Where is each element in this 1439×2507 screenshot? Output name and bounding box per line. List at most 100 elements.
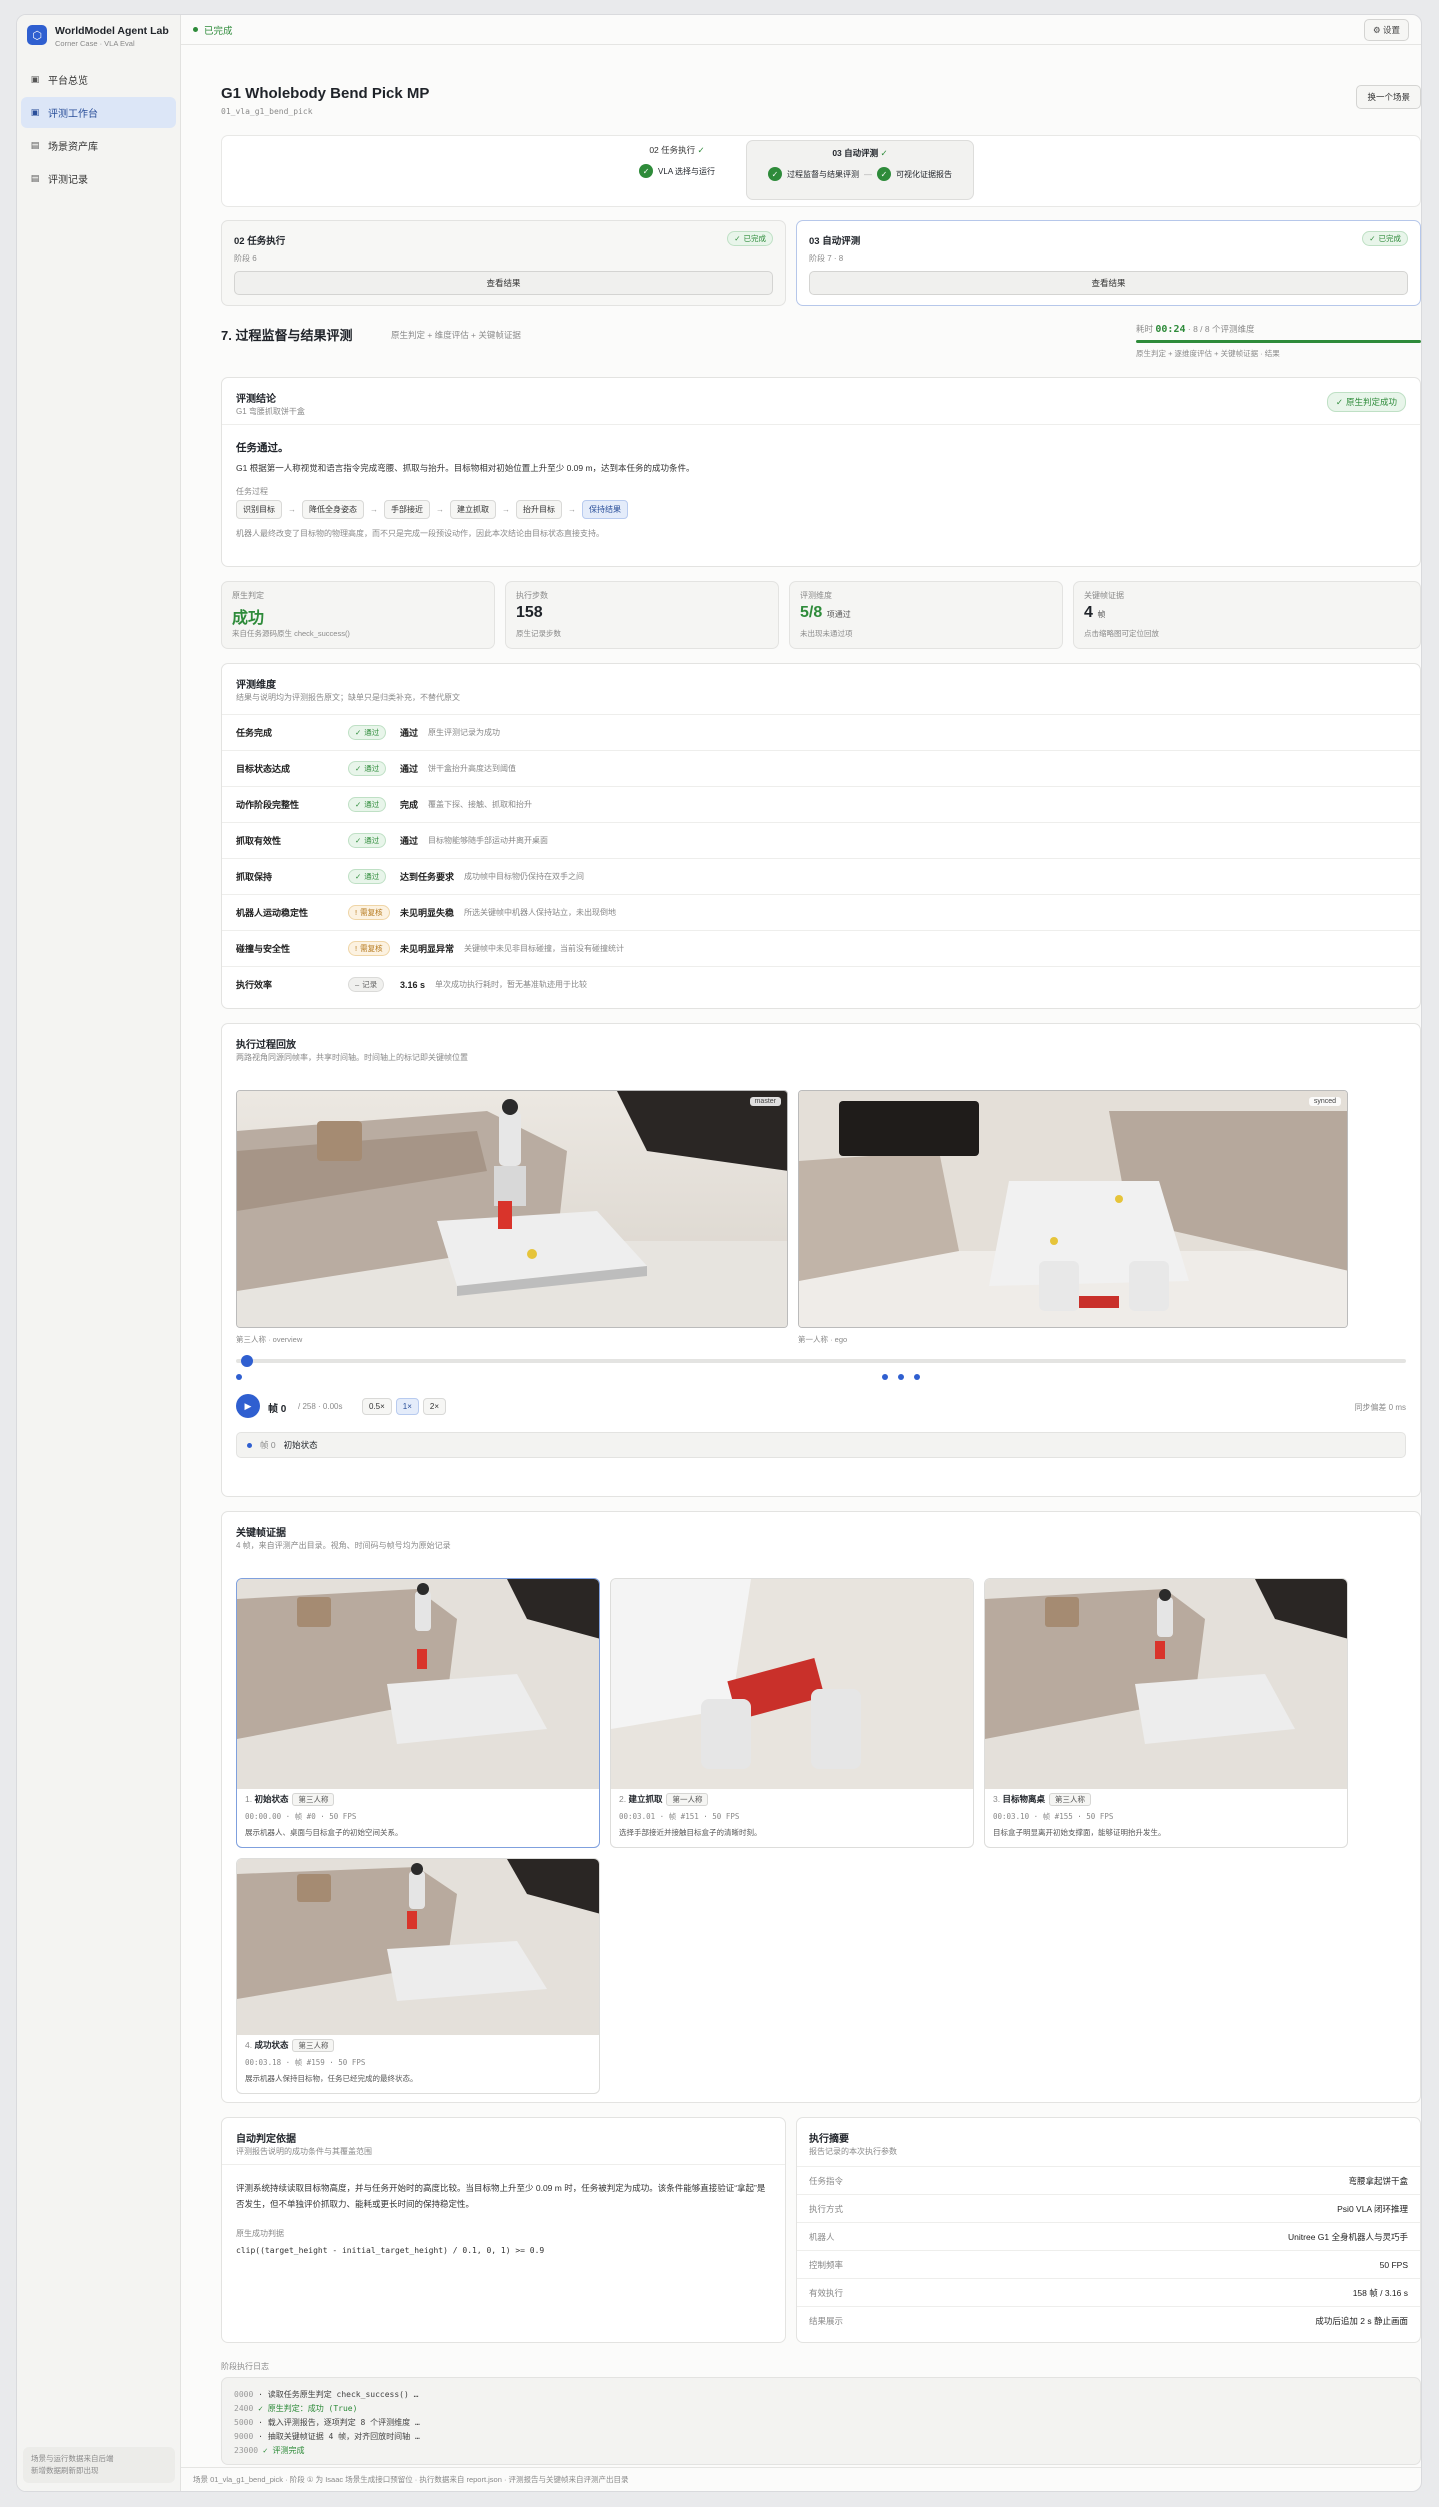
process-step: 识别目标 <box>236 500 282 519</box>
view-tag: master <box>749 1097 781 1106</box>
kf-idx: 2. <box>619 1794 627 1804</box>
sidebar: ⬡ WorldModel Agent Lab Corner Case · VLA… <box>17 15 181 2491</box>
keyframe-info: 3. 目标物离桌 第三人称 00:03.10 · 帧 #155 · 50 FPS … <box>985 1787 1347 1847</box>
stat-label: 原生判定 <box>232 591 264 600</box>
kf-idx: 3. <box>993 1794 1001 1804</box>
keyframe-marker[interactable] <box>882 1374 888 1380</box>
dimension-tag: ✓ 通过 <box>348 869 400 884</box>
summary-row: 有效执行 158 帧 / 3.16 s <box>797 2278 1420 2306</box>
conclusion-headline: 任务通过。 <box>236 442 289 454</box>
check-icon: ✓ <box>355 872 362 881</box>
timeline-handle[interactable] <box>241 1355 253 1367</box>
speed-0-5x[interactable]: 0.5× <box>362 1398 392 1415</box>
dimension-name: 碰撞与安全性 <box>236 944 291 954</box>
stat-steps: 执行步数 158 原生记录步数 <box>505 581 779 649</box>
timer-label: 耗时 <box>1136 324 1154 334</box>
stat-dimensions: 评测维度 5/8 项通过 未出现未通过项 <box>789 581 1063 649</box>
tag-text: 通过 <box>364 836 380 845</box>
play-icon: ▶ <box>244 1400 252 1411</box>
dimension-verdict: 通过 <box>400 836 419 846</box>
warning-icon: ! <box>355 944 358 953</box>
list-icon: ▤ <box>30 173 40 183</box>
dimension-verdict: 未见明显异常 <box>400 944 455 954</box>
nav-label: 场景资产库 <box>48 142 98 153</box>
speed-1x[interactable]: 1× <box>395 1398 419 1415</box>
ego-scene-image <box>799 1091 1347 1327</box>
log-label: 阶段执行日志 <box>221 2362 269 2371</box>
keyframe-marker[interactable] <box>898 1374 904 1380</box>
keyframe-card-2[interactable]: 2. 建立抓取 第一人称 00:03.01 · 帧 #151 · 50 FPS 选… <box>610 1578 974 1848</box>
keyframe-info: 2. 建立抓取 第一人称 00:03.01 · 帧 #151 · 50 FPS 选… <box>611 1787 973 1847</box>
dimension-name: 目标状态达成 <box>236 764 291 774</box>
nav-item-scene-library[interactable]: ▤ 场景资产库 <box>21 130 176 161</box>
settings-button[interactable]: ⚙ 设置 <box>1363 18 1409 41</box>
dimension-name: 抓取有效性 <box>236 836 282 846</box>
conclusion-card: 评测结论 G1 弯腰抓取饼干盒 ✓ 原生判定成功 任务通过。 G1 根据第一人称视… <box>221 377 1421 567</box>
dimension-tag: ! 需复核 <box>348 905 400 920</box>
stat-label: 评测维度 <box>800 591 832 600</box>
log-time: 9000 <box>234 2432 254 2441</box>
pipeline-step-3[interactable]: 03 自动评测 ✓ ✓ 过程监督与结果评测 — ✓ 可视化证据报告 <box>746 140 974 200</box>
view-result-button[interactable]: 查看结果 <box>809 271 1408 295</box>
dimension-row: 抓取有效性 ✓ 通过 通过 目标物能够随手部运动并离开桌面 <box>222 822 1420 858</box>
stat-label: 关键帧证据 <box>1084 591 1124 600</box>
pipeline-step-2[interactable]: 02 任务执行 ✓ ✓ VLA 选择与运行 <box>632 144 722 178</box>
dimension-row: 碰撞与安全性! 需复核 未见明显异常 关键帧中未见非目标碰撞，当前没有碰撞统计 <box>222 930 1420 966</box>
keyframe-card-1[interactable]: 1. 初始状态 第三人称 00:00.00 · 帧 #0 · 50 FPS 展示机… <box>236 1578 600 1848</box>
dimension-desc: 所选关键帧中机器人保持站立，未出现倒地 <box>464 908 617 917</box>
kf-desc: 展示机器人、桌面与目标盒子的初始空间关系。 <box>245 1828 403 1837</box>
dimension-verdict: 通过 <box>400 764 419 774</box>
log-line: 23000 ✓ 评测完成 <box>234 2444 1408 2458</box>
kf-title: 目标物离桌 <box>1002 1794 1045 1804</box>
run-status: 已完成 <box>193 23 233 37</box>
section-sub: 原生判定 + 维度评估 + 关键帧证据 <box>391 330 521 340</box>
playback-label: 执行过程回放 <box>236 1040 296 1051</box>
nav-item-workbench[interactable]: ▣ 评测工作台 <box>21 97 176 128</box>
check-icon: ✓ <box>697 145 705 155</box>
keyframe-card-4[interactable]: 4. 成功状态 第三人称 00:03.18 · 帧 #159 · 50 FPS 展… <box>236 1858 600 2094</box>
log-line: 0000 · 读取任务原生判定 check_success() … <box>234 2388 1408 2402</box>
keyframe-marker[interactable] <box>236 1374 242 1380</box>
stage-card-sub: 阶段 7 · 8 <box>809 254 844 263</box>
view-result-button[interactable]: 查看结果 <box>234 271 773 295</box>
sync-offset: 同步偏差 0 ms <box>1354 1403 1406 1412</box>
summary-value: 弯腰拿起饼干盒 <box>1348 2175 1408 2186</box>
check-icon: ✓ <box>880 148 888 158</box>
timeline-track[interactable] <box>236 1359 1406 1363</box>
conclusion-note: 机器人最终改变了目标物的物理高度，而不只是完成一段预设动作，因此本次结论由目标状… <box>236 529 604 538</box>
sidebar-footer: 场景与运行数据来自后端 新增数据刷新即出现 <box>23 2447 175 2483</box>
summary-value: 成功后追加 2 s 静止画面 <box>1315 2315 1408 2326</box>
stat-value: 158 <box>516 604 543 621</box>
keyframe-card-3[interactable]: 3. 目标物离桌 第三人称 00:03.10 · 帧 #155 · 50 FPS … <box>984 1578 1348 1848</box>
page-title: G1 Wholebody Bend Pick MP <box>221 85 430 102</box>
video-overview[interactable]: master <box>236 1090 788 1328</box>
brand-name: WorldModel Agent Lab <box>55 25 169 37</box>
stat-label: 执行步数 <box>516 591 548 600</box>
footer-line: 场景与运行数据来自后端 <box>31 2454 114 2463</box>
conclusion-task: G1 弯腰抓取饼干盒 <box>236 407 305 416</box>
stage-card-sub: 阶段 6 <box>234 254 257 263</box>
keyframe-marker[interactable] <box>914 1374 920 1380</box>
change-scene-button[interactable]: 换一个场景 <box>1356 85 1421 109</box>
timer-value: 00:24 <box>1155 324 1186 335</box>
check-icon: ✓ <box>355 764 362 773</box>
playback-card: 执行过程回放 两路视角同源同帧率，共享时间轴。时间轴上的标记即关键帧位置 mas… <box>221 1023 1421 1497</box>
nav-item-records[interactable]: ▤ 评测记录 <box>21 163 176 194</box>
summary-row: 机器人 Unitree G1 全身机器人与灵巧手 <box>797 2222 1420 2250</box>
keyframes-label: 关键帧证据 <box>236 1528 286 1539</box>
play-button[interactable]: ▶ <box>236 1394 260 1418</box>
arrow-right-icon: → <box>370 505 378 514</box>
check-icon: ✓ <box>355 836 362 845</box>
video-ego[interactable]: synced <box>798 1090 1348 1328</box>
keyframe-info: 1. 初始状态 第三人称 00:00.00 · 帧 #0 · 50 FPS 展示机… <box>237 1787 599 1847</box>
nav-item-overview[interactable]: ▣ 平台总览 <box>21 64 176 95</box>
stage-card-title: 03 自动评测 <box>809 236 861 247</box>
keyframes-card: 关键帧证据 4 帧，来自评测产出目录。视角、时间码与帧号均为原始记录 1. 初始… <box>221 1511 1421 2103</box>
log-line: 9000 · 抽取关键帧证据 4 帧，对齐回放时间轴 … <box>234 2430 1408 2444</box>
formula-label: 原生成功判据 <box>236 2229 284 2238</box>
dimension-verdict: 完成 <box>400 800 419 810</box>
dimension-tag: – 记录 <box>348 977 400 992</box>
kf-meta: 00:03.10 · 帧 #155 · 50 FPS <box>993 1812 1114 1821</box>
speed-2x[interactable]: 2× <box>422 1398 447 1415</box>
step-3-sub: ✓ 过程监督与结果评测 — ✓ 可视化证据报告 <box>747 167 973 181</box>
